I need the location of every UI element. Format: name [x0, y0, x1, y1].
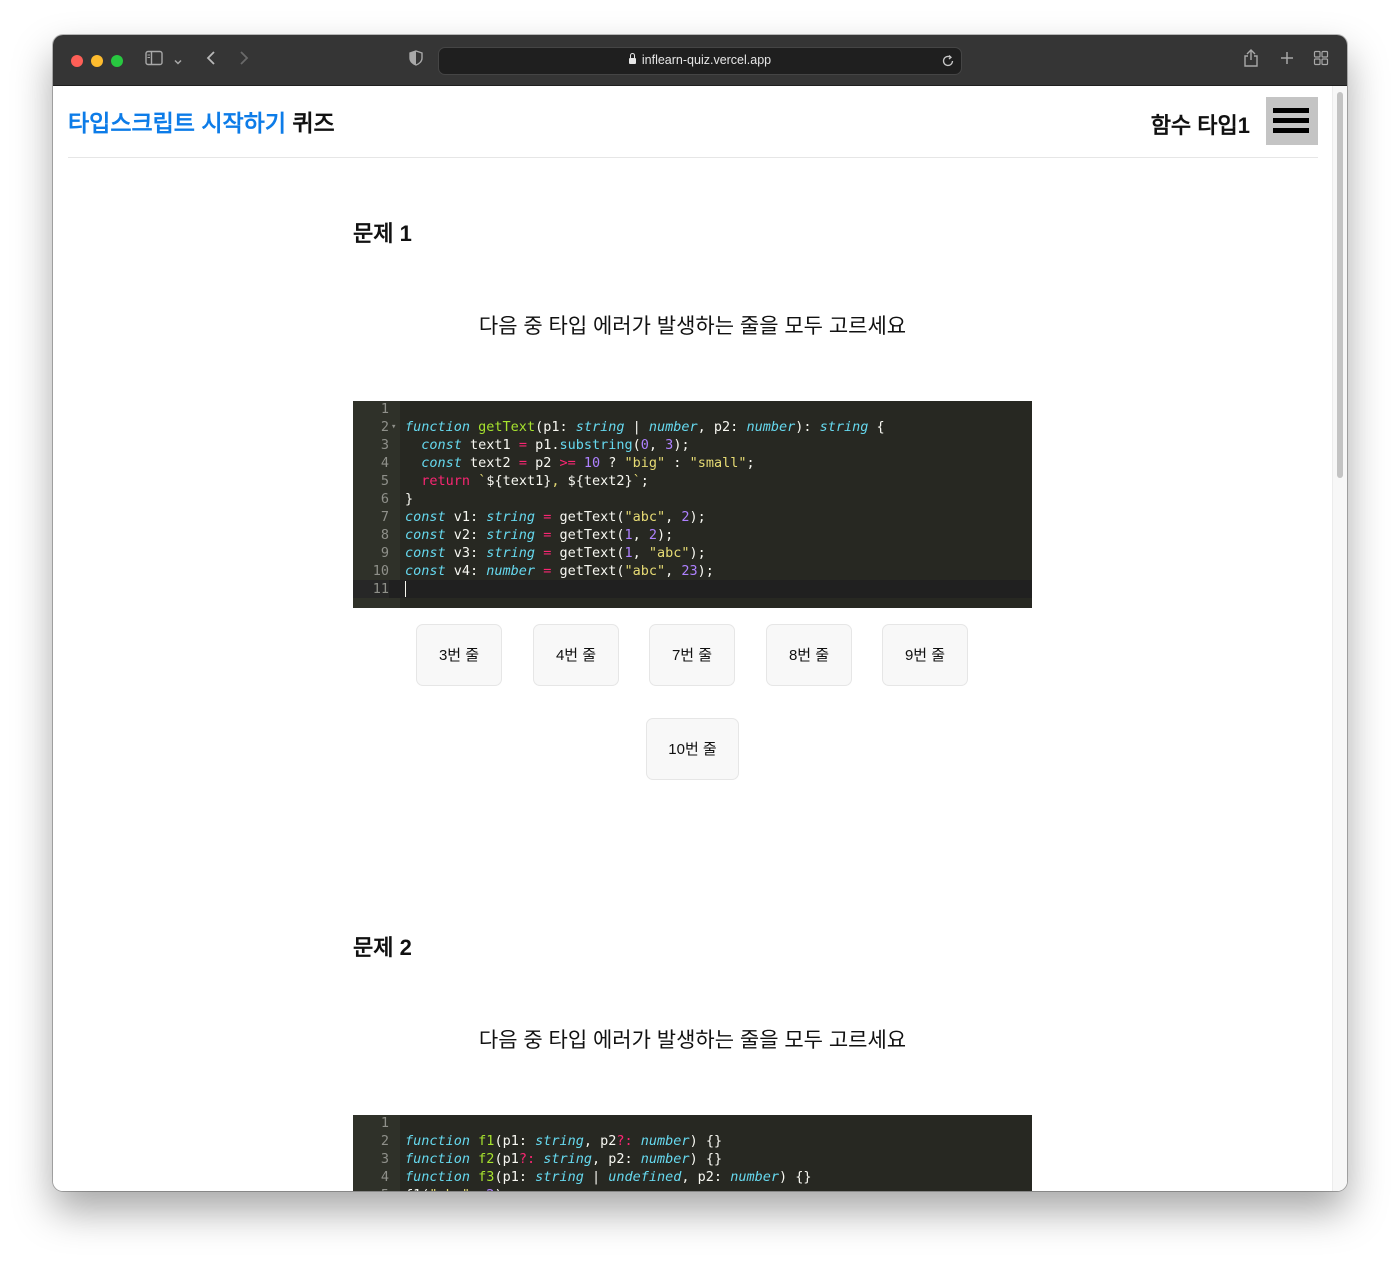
zoom-window-button[interactable]: [111, 55, 123, 67]
reload-icon[interactable]: [941, 53, 955, 72]
code-line: 4 function f3(p1: string | undefined, p2:…: [380, 1169, 812, 1185]
menu-icon-bar: [1273, 118, 1309, 123]
code-line: 5f1("abc", 2);: [353, 1186, 1032, 1191]
code-line: 9 const v3: string = getText(1, "abc");: [380, 545, 706, 561]
code-line: 8 const v2: string = getText(1, 2);: [380, 527, 674, 543]
code-line: 7 const v1: string = getText("abc", 2);: [380, 509, 706, 525]
site-title-accent: 타입스크립트 시작하기: [68, 110, 286, 136]
code-line: 3 function f2(p1?: string, p2: number) {}: [380, 1151, 723, 1167]
code-line: 2 function f1(p1: string, p2?: number) {}: [380, 1133, 723, 1149]
chevron-down-icon[interactable]: [173, 52, 183, 72]
question-title: 문제 1: [353, 221, 412, 246]
answer-option-line-9[interactable]: 9번 줄: [882, 624, 968, 686]
browser-toolbar: inflearn-quiz.vercel.app: [53, 35, 1347, 86]
url-text: inflearn-quiz.vercel.app: [439, 53, 961, 67]
browser-window: inflearn-quiz.vercel.app 타입스크립트 시작하기 퀴즈 …: [53, 35, 1347, 1191]
back-icon[interactable]: [205, 50, 217, 71]
page-content: 타입스크립트 시작하기 퀴즈 함수 타입1 문제 1 다음 중 타입 에러가 발…: [53, 86, 1347, 1191]
answer-option-line-4[interactable]: 4번 줄: [533, 624, 619, 686]
menu-icon-bar: [1273, 128, 1309, 133]
minimize-window-button[interactable]: [91, 55, 103, 67]
code-line: 1: [380, 401, 389, 417]
tab-overview-icon[interactable]: [1313, 50, 1329, 71]
fold-arrow-icon[interactable]: ▾: [391, 418, 396, 436]
question-title: 문제 2: [353, 935, 412, 960]
sidebar-toggle-icon[interactable]: [145, 50, 163, 71]
code-line: 6}: [380, 491, 414, 507]
code-line: 10 const v4: number = getText("abc", 23);: [372, 563, 714, 579]
site-title[interactable]: 타입스크립트 시작하기 퀴즈: [68, 104, 335, 138]
share-icon[interactable]: [1243, 48, 1259, 73]
text-cursor: [405, 581, 406, 597]
code-line: 4 const text2 = p2 >= 10 ? "big" : "smal…: [380, 455, 755, 471]
menu-button[interactable]: [1266, 97, 1318, 145]
answer-option-line-10[interactable]: 10번 줄: [646, 718, 739, 780]
page-scrollbar[interactable]: [1332, 86, 1347, 1191]
answer-option-line-7[interactable]: 7번 줄: [649, 624, 735, 686]
code-line-active: 11: [353, 580, 1032, 598]
close-window-button[interactable]: [71, 55, 83, 67]
question-prompt: 다음 중 타입 에러가 발생하는 줄을 모두 고르세요: [478, 315, 907, 338]
privacy-shield-icon[interactable]: [409, 50, 423, 71]
question-prompt: 다음 중 타입 에러가 발생하는 줄을 모두 고르세요: [478, 1029, 907, 1052]
scrollbar-thumb[interactable]: [1337, 92, 1343, 478]
forward-icon[interactable]: [238, 50, 250, 71]
code-line: 1: [380, 1115, 389, 1131]
code-line: 3 const text1 = p1.substring(0, 3);: [380, 437, 690, 453]
address-bar[interactable]: inflearn-quiz.vercel.app: [438, 47, 962, 75]
code-editor[interactable]: 1 2 function f1(p1: string, p2?: number) …: [353, 1115, 1032, 1191]
answer-option-line-8[interactable]: 8번 줄: [766, 624, 852, 686]
menu-icon-bar: [1273, 108, 1309, 113]
lock-icon: [628, 53, 636, 64]
url-value: inflearn-quiz.vercel.app: [641, 53, 772, 67]
code-editor[interactable]: 1 2 ▾ function getText(p1: string | number…: [353, 401, 1032, 608]
answer-option-line-3[interactable]: 3번 줄: [416, 624, 502, 686]
code-line: 5 return `${text1}, ${text2}`;: [380, 473, 649, 489]
new-tab-icon[interactable]: [1279, 50, 1295, 71]
code-line: 2 ▾ function getText(p1: string | number, …: [380, 418, 885, 436]
header-divider: [68, 157, 1318, 158]
site-title-rest: 퀴즈: [292, 110, 335, 136]
current-section-title: 함수 타입1: [1150, 113, 1250, 138]
